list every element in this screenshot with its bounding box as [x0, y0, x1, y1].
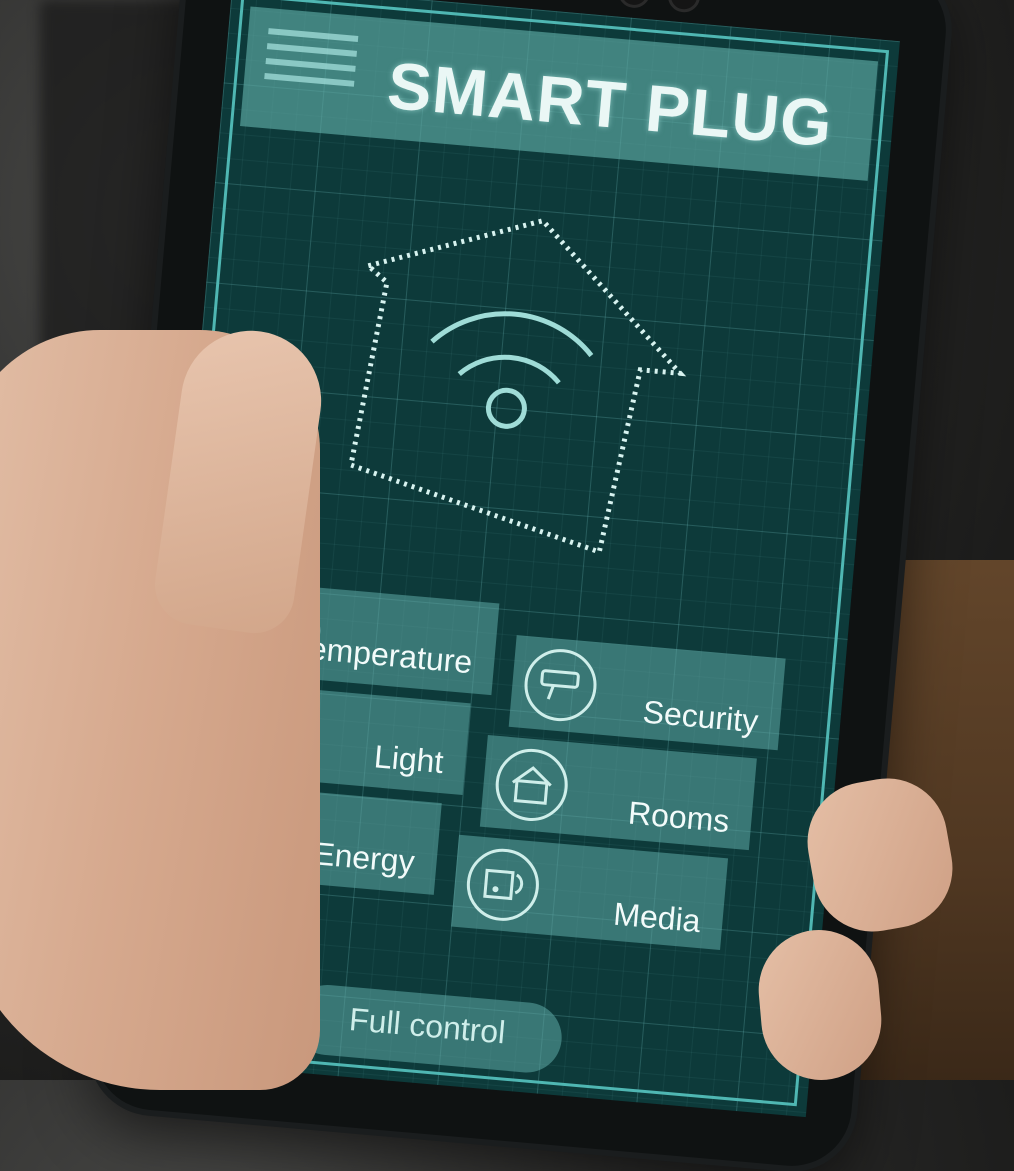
- tile-label: Energy: [311, 835, 417, 880]
- house-rooms-icon: [492, 745, 571, 824]
- tile-label: Security: [641, 693, 760, 740]
- sensor-icon: [666, 0, 702, 14]
- house-wifi-icon: [348, 217, 687, 556]
- app-title: SMART PLUG: [384, 47, 836, 161]
- tile-label: Light: [372, 738, 445, 781]
- tile-label: Rooms: [626, 794, 731, 840]
- hamburger-menu-icon[interactable]: [263, 28, 359, 106]
- media-music-icon: [463, 845, 542, 924]
- tile-label: Media: [612, 895, 703, 940]
- full-control-label: Full control: [347, 1001, 507, 1051]
- front-camera-icon: [616, 0, 652, 10]
- security-camera-icon: [521, 646, 600, 725]
